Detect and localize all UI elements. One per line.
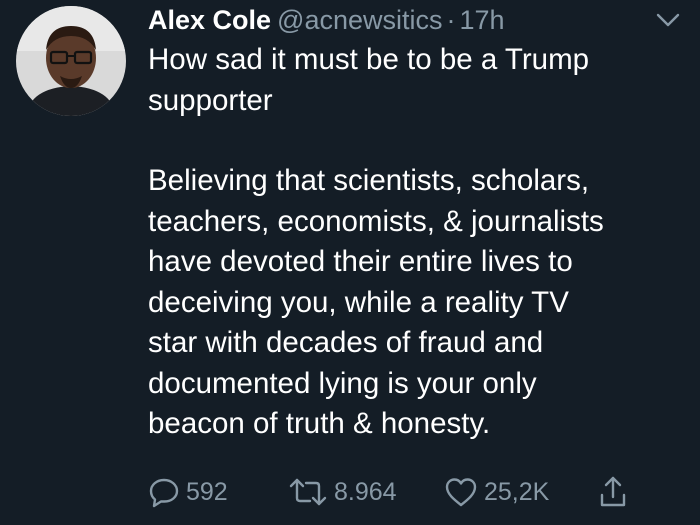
tweet-line: deceiving you, while a reality TV <box>148 285 569 319</box>
reply-count: 592 <box>186 477 228 506</box>
tweet-line: Believing that scientists, scholars, <box>148 164 590 197</box>
share-icon[interactable] <box>598 475 634 509</box>
author-name[interactable]: Alex Cole <box>148 5 271 35</box>
avatar[interactable] <box>16 6 126 116</box>
like-count: 25,2K <box>484 477 550 506</box>
like-icon[interactable] <box>444 476 484 508</box>
retweet-icon[interactable] <box>288 476 334 508</box>
tweet-line: have devoted their entire lives to <box>148 245 573 278</box>
reply-icon[interactable] <box>148 476 186 508</box>
tweet-line: supporter <box>148 83 273 117</box>
reply-button[interactable]: 592 <box>148 474 228 510</box>
retweet-count: 8.964 <box>334 477 397 506</box>
author-handle[interactable]: @acnewsitics <box>277 5 442 35</box>
tweet-header: Alex Cole @acnewsitics · 17h <box>148 2 505 38</box>
paragraph-break <box>148 121 688 161</box>
like-button[interactable]: 25,2K <box>444 474 549 510</box>
chevron-down-icon[interactable] <box>655 10 681 30</box>
share-button[interactable] <box>598 474 634 510</box>
tweet-timestamp[interactable]: 17h <box>460 5 505 35</box>
tweet-line: documented lying is your only <box>148 366 537 400</box>
tweet-text: How sad it must be to be a Trump support… <box>148 40 688 445</box>
separator-dot: · <box>446 5 456 35</box>
tweet-line: star with decades of fraud and <box>148 326 544 359</box>
tweet-line: How sad it must be to be a Trump <box>148 43 590 76</box>
tweet-line: beacon of truth & honesty. <box>148 407 491 440</box>
tweet-card[interactable]: Alex Cole @acnewsitics · 17h How sad it mus… <box>0 0 700 525</box>
tweet-actions: 592 8.964 25,2K <box>148 474 668 510</box>
tweet-line: teachers, economists, & journalists <box>148 204 604 238</box>
retweet-button[interactable]: 8.964 <box>288 474 397 510</box>
